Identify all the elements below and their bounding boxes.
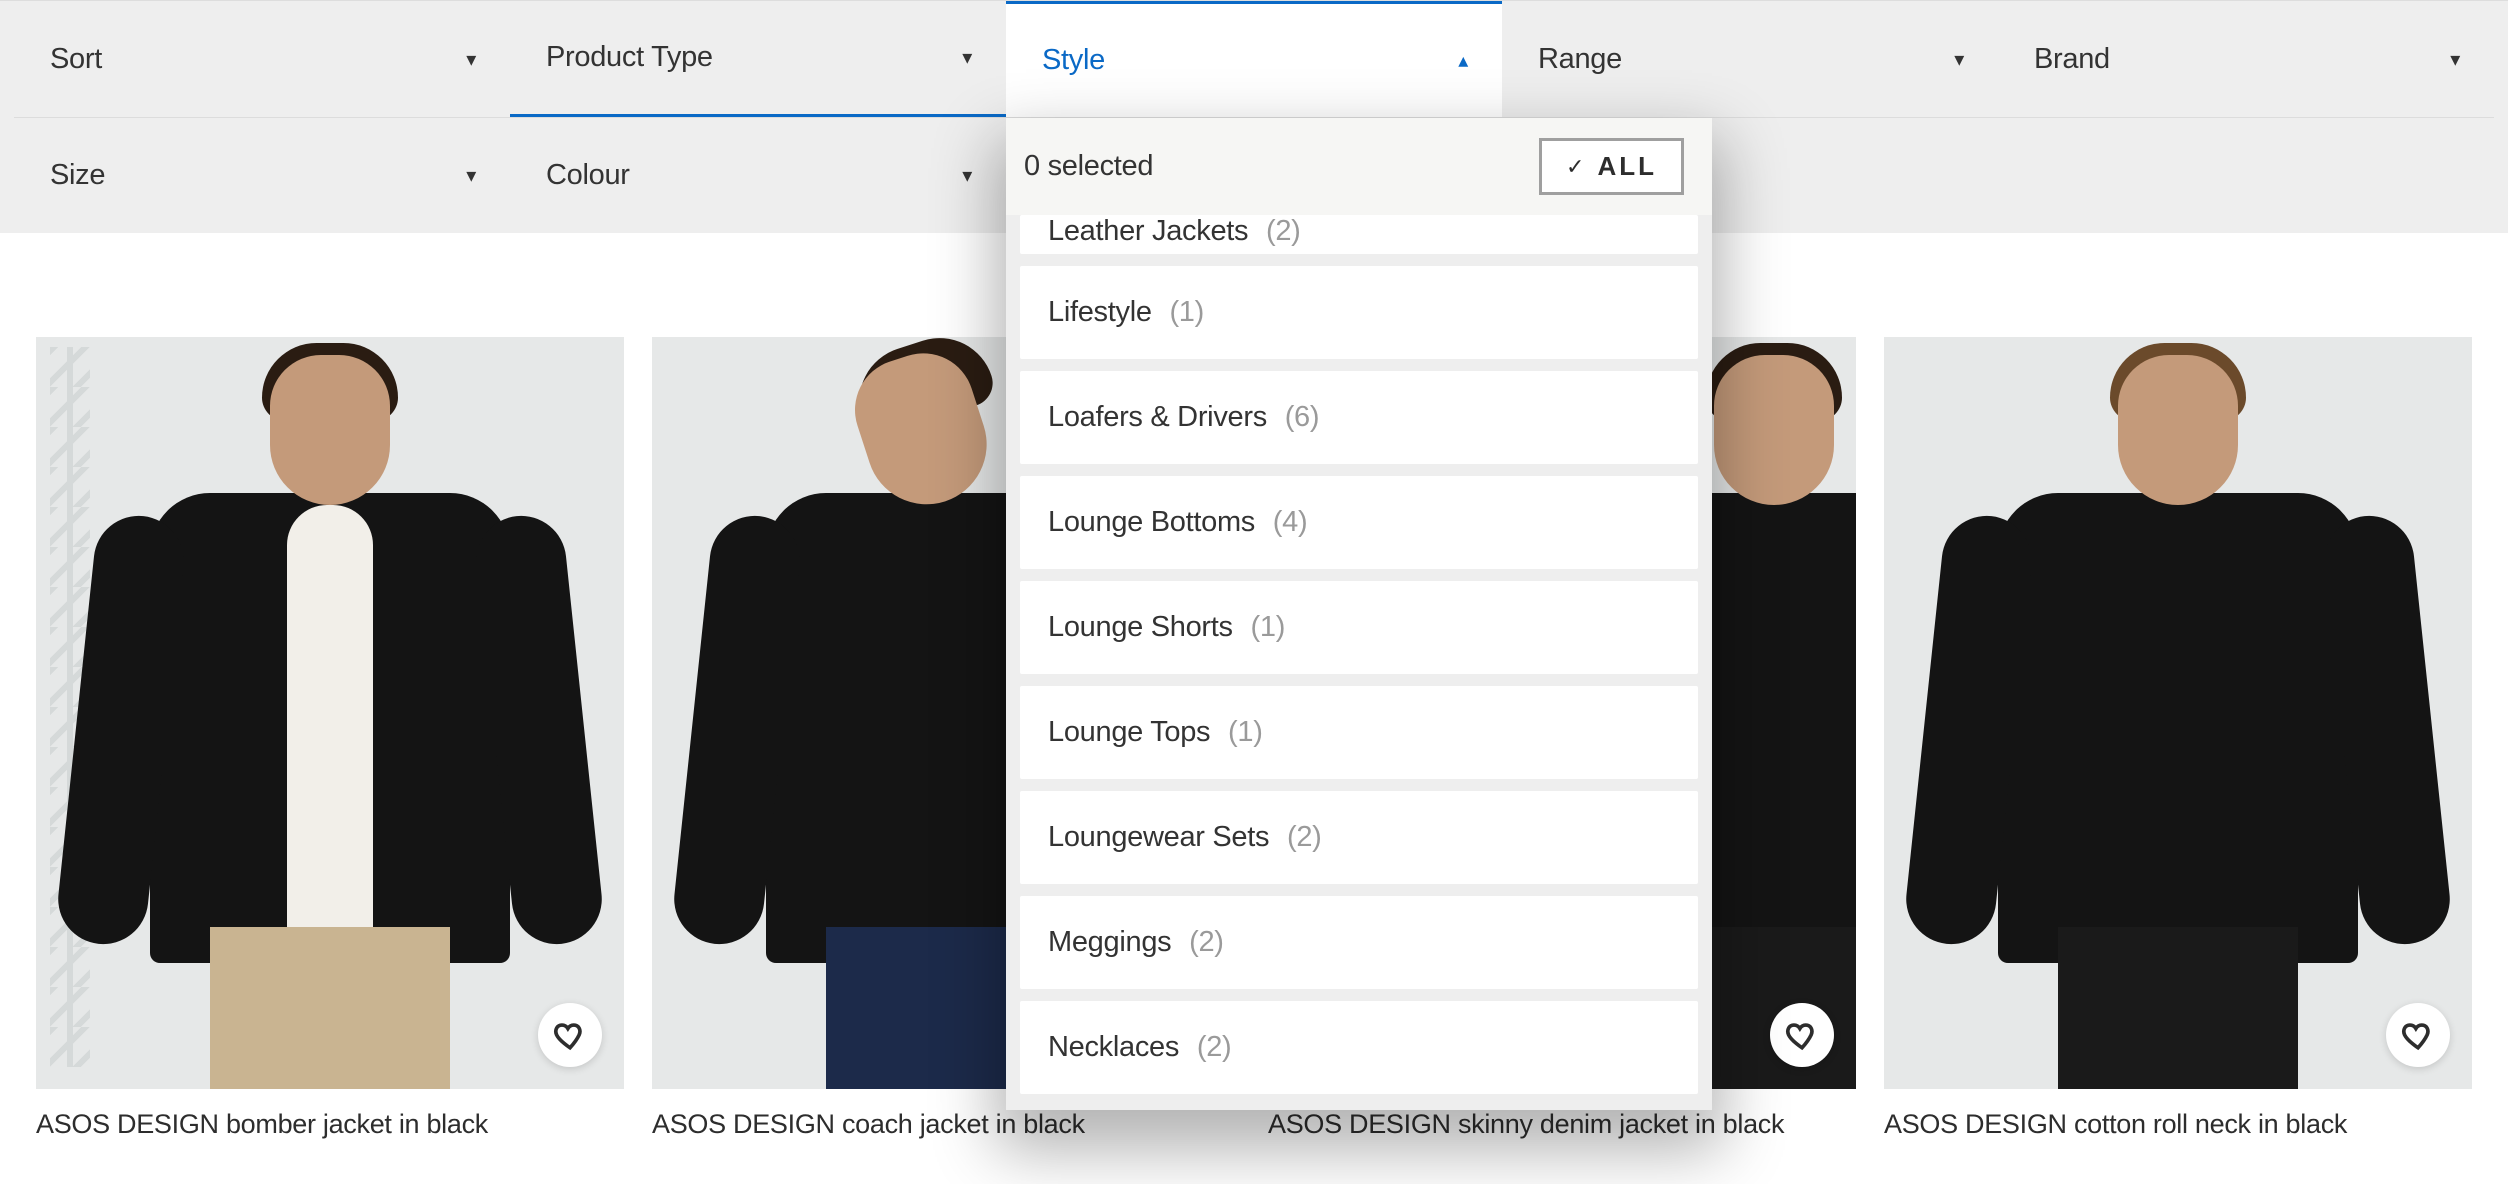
style-option-label: Meggings bbox=[1048, 926, 1171, 958]
style-option-label: Lounge Bottoms bbox=[1048, 506, 1255, 538]
chevron-down-icon: ▾ bbox=[962, 45, 972, 70]
style-option[interactable]: Lounge Shorts (1) bbox=[1020, 581, 1698, 674]
style-option[interactable]: Leather Jackets (2) bbox=[1020, 215, 1698, 254]
chevron-down-icon: ▾ bbox=[1954, 47, 1964, 72]
style-option[interactable]: Lounge Tops (1) bbox=[1020, 686, 1698, 779]
style-option-label: Loungewear Sets bbox=[1048, 821, 1269, 853]
wishlist-button[interactable] bbox=[1770, 1003, 1834, 1067]
style-option-count: (1) bbox=[1169, 296, 1204, 328]
product-title: ASOS DESIGN coach jacket in black bbox=[652, 1109, 1240, 1140]
filter-size[interactable]: Size ▾ bbox=[14, 117, 510, 233]
chevron-down-icon: ▾ bbox=[962, 163, 972, 188]
heart-icon bbox=[553, 1018, 587, 1052]
filter-label: Brand bbox=[2034, 43, 2110, 76]
filter-empty bbox=[1998, 117, 2494, 233]
product-image[interactable] bbox=[1884, 337, 2472, 1089]
select-all-label: ALL bbox=[1597, 151, 1657, 182]
filter-sort[interactable]: Sort ▾ bbox=[14, 1, 510, 117]
heart-icon bbox=[1785, 1018, 1819, 1052]
chevron-down-icon: ▾ bbox=[466, 47, 476, 72]
chevron-up-icon: ▴ bbox=[1458, 48, 1468, 73]
filter-style[interactable]: Style ▴ bbox=[1006, 1, 1502, 117]
style-option-label: Lounge Tops bbox=[1048, 716, 1210, 748]
style-option-count: (2) bbox=[1189, 926, 1224, 958]
filter-label: Range bbox=[1538, 43, 1622, 76]
filter-label: Colour bbox=[546, 159, 630, 192]
style-dropdown-panel: 0 selected ✓ ALL Leather Jackets (2) Lif… bbox=[1006, 118, 1712, 1110]
filter-colour[interactable]: Colour ▾ bbox=[510, 117, 1006, 233]
style-option-label: Leather Jackets bbox=[1048, 215, 1248, 247]
style-option[interactable]: Lounge Bottoms (4) bbox=[1020, 476, 1698, 569]
style-dropdown-list[interactable]: Leather Jackets (2) Lifestyle (1) Loafer… bbox=[1006, 215, 1712, 1110]
style-option-count: (1) bbox=[1251, 611, 1286, 643]
style-option-label: Necklaces bbox=[1048, 1031, 1179, 1063]
check-icon: ✓ bbox=[1566, 154, 1587, 180]
product-title: ASOS DESIGN bomber jacket in black bbox=[36, 1109, 624, 1140]
filter-product-type[interactable]: Product Type ▾ bbox=[510, 1, 1006, 117]
filter-label: Product Type bbox=[546, 41, 713, 74]
style-option-count: (2) bbox=[1287, 821, 1322, 853]
style-option[interactable]: Lifestyle (1) bbox=[1020, 266, 1698, 359]
style-option-count: (1) bbox=[1228, 716, 1263, 748]
style-option-label: Lifestyle bbox=[1048, 296, 1152, 328]
style-dropdown-header: 0 selected ✓ ALL bbox=[1006, 118, 1712, 215]
style-option-count: (2) bbox=[1266, 215, 1301, 247]
product-title: ASOS DESIGN cotton roll neck in black bbox=[1884, 1109, 2472, 1140]
style-option[interactable]: Necklaces (2) bbox=[1020, 1001, 1698, 1094]
wishlist-button[interactable] bbox=[538, 1003, 602, 1067]
filter-label: Size bbox=[50, 159, 105, 192]
style-option-label: Loafers & Drivers bbox=[1048, 401, 1267, 433]
filter-brand[interactable]: Brand ▾ bbox=[1998, 1, 2494, 117]
chevron-down-icon: ▾ bbox=[2450, 47, 2460, 72]
product-title: ASOS DESIGN skinny denim jacket in black bbox=[1268, 1109, 1856, 1140]
product-card[interactable]: ASOS DESIGN cotton roll neck in black bbox=[1884, 337, 2472, 1140]
heart-icon bbox=[2401, 1018, 2435, 1052]
filter-range[interactable]: Range ▾ bbox=[1502, 1, 1998, 117]
wishlist-button[interactable] bbox=[2386, 1003, 2450, 1067]
filter-bar: Sort ▾ Product Type ▾ Style ▴ Range ▾ Br… bbox=[0, 0, 2508, 233]
style-option-count: (2) bbox=[1197, 1031, 1232, 1063]
chevron-down-icon: ▾ bbox=[466, 163, 476, 188]
filter-empty-style-col: 0 selected ✓ ALL Leather Jackets (2) Lif… bbox=[1006, 117, 1502, 233]
style-option-count: (6) bbox=[1285, 401, 1320, 433]
style-option[interactable]: Meggings (2) bbox=[1020, 896, 1698, 989]
filter-label: Sort bbox=[50, 43, 102, 76]
style-option-count: (4) bbox=[1273, 506, 1308, 538]
filter-label: Style bbox=[1042, 44, 1105, 77]
style-option[interactable]: Loafers & Drivers (6) bbox=[1020, 371, 1698, 464]
selected-count-text: 0 selected bbox=[1024, 150, 1153, 183]
select-all-button[interactable]: ✓ ALL bbox=[1539, 138, 1684, 195]
style-option[interactable]: Loungewear Sets (2) bbox=[1020, 791, 1698, 884]
product-card[interactable]: ASOS DESIGN bomber jacket in black bbox=[36, 337, 624, 1140]
product-image[interactable] bbox=[36, 337, 624, 1089]
style-option-label: Lounge Shorts bbox=[1048, 611, 1233, 643]
